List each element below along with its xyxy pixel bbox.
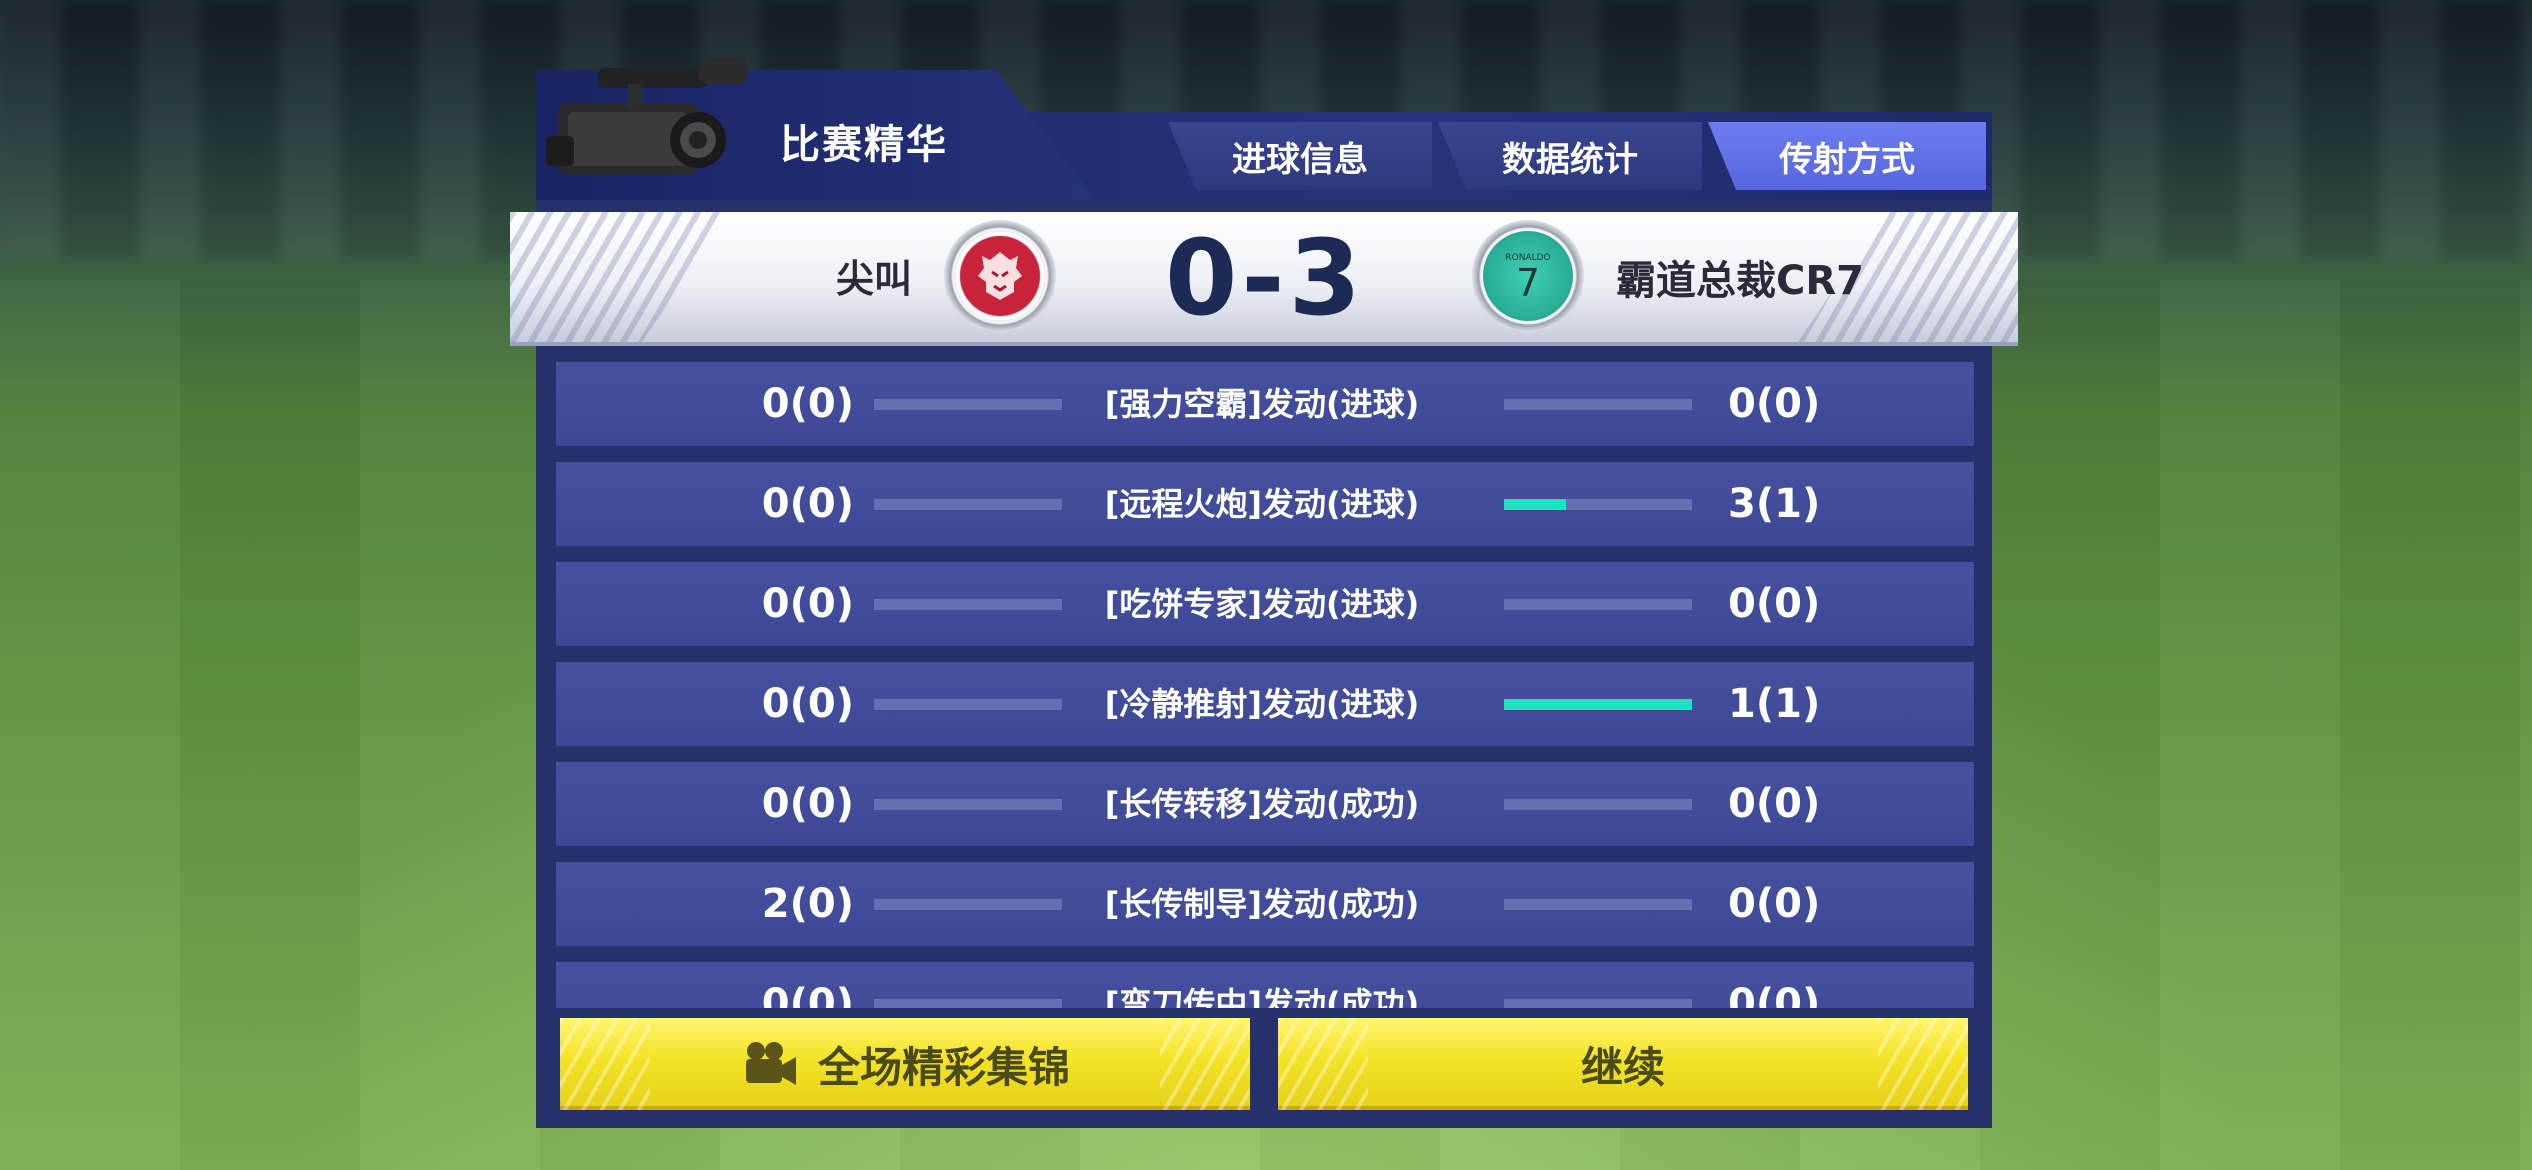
stat-row: 0(0) [长传转移]发动(成功) 0(0) xyxy=(556,762,1974,846)
tab-label: 数据统计 xyxy=(1502,139,1638,180)
video-camera-icon xyxy=(745,1042,796,1085)
stripe-decoration xyxy=(1878,1018,1968,1110)
away-bar xyxy=(1504,899,1692,910)
tab-pass-shot-methods[interactable]: 传射方式 xyxy=(1708,122,1986,190)
page-title: 比赛精华 xyxy=(780,122,948,168)
stat-label: [强力空霸]发动(进球) xyxy=(1104,385,1420,423)
home-value: 0(0) xyxy=(761,381,854,427)
tab-statistics[interactable]: 数据统计 xyxy=(1438,122,1702,190)
stat-row: 0(0) [远程火炮]发动(进球) 3(1) xyxy=(556,462,1974,546)
away-bar xyxy=(1504,699,1692,710)
away-team-badge: RONALDO 7 xyxy=(1472,220,1584,332)
stat-row: 0(0) [弯刀传中]发动(成功) 0(0) xyxy=(556,962,1974,1008)
tiger-crest-icon xyxy=(955,231,1045,321)
stat-label: [长传制导]发动(成功) xyxy=(1104,885,1420,923)
home-value: 0(0) xyxy=(761,781,854,827)
away-bar-fill xyxy=(1504,499,1567,510)
tab-goal-info[interactable]: 进球信息 xyxy=(1168,122,1432,190)
button-content: 全场精彩集锦 xyxy=(740,1034,1070,1095)
away-value: 0(0) xyxy=(1728,981,1821,1008)
tab-label: 进球信息 xyxy=(1232,139,1368,180)
away-value: 0(0) xyxy=(1728,881,1821,927)
away-bar xyxy=(1504,599,1692,610)
home-team-name: 尖叫 xyxy=(835,257,912,301)
away-bar-fill xyxy=(1504,699,1692,710)
stat-row: 2(0) [长传制导]发动(成功) 0(0) xyxy=(556,862,1974,946)
away-bar xyxy=(1504,499,1692,510)
stats-list[interactable]: 0(0) [强力空霸]发动(进球) 0(0) 0(0) [远程火炮]发动(进球)… xyxy=(548,350,1980,1008)
video-camera-icon xyxy=(546,58,748,174)
stat-label: [长传转移]发动(成功) xyxy=(1104,785,1420,823)
away-value: 1(1) xyxy=(1728,681,1821,727)
home-value: 0(0) xyxy=(761,681,854,727)
away-value: 0(0) xyxy=(1728,581,1821,627)
stat-label: [吃饼专家]发动(进球) xyxy=(1104,585,1420,623)
home-value: 0(0) xyxy=(761,981,854,1008)
stripe-decoration xyxy=(1278,1018,1368,1110)
button-label: 全场精彩集锦 xyxy=(817,1042,1070,1092)
stat-row: 0(0) [冷静推射]发动(进球) 1(1) xyxy=(556,662,1974,746)
stat-label: [远程火炮]发动(进球) xyxy=(1104,485,1420,523)
hatch-decoration xyxy=(510,212,730,342)
away-value: 0(0) xyxy=(1728,381,1821,427)
tab-label: 传射方式 xyxy=(1779,139,1915,180)
stripe-decoration xyxy=(1160,1018,1250,1110)
highlights-replay-button[interactable]: 全场精彩集锦 xyxy=(560,1018,1250,1110)
button-content: 继续 xyxy=(1581,1034,1665,1095)
away-value: 0(0) xyxy=(1728,781,1821,827)
away-bar xyxy=(1504,399,1692,410)
stat-row: 0(0) [强力空霸]发动(进球) 0(0) xyxy=(556,362,1974,446)
away-team-name: 霸道总裁CR7 xyxy=(1616,258,1864,304)
away-badge-number: 7 xyxy=(1515,261,1541,305)
home-value: 0(0) xyxy=(761,481,854,527)
away-bar xyxy=(1504,999,1692,1008)
home-team-badge xyxy=(944,220,1056,332)
stat-label: [冷静推射]发动(进球) xyxy=(1104,685,1420,723)
continue-button[interactable]: 继续 xyxy=(1278,1018,1968,1110)
button-label: 继续 xyxy=(1580,1042,1665,1092)
home-value: 2(0) xyxy=(761,881,854,927)
away-bar xyxy=(1504,799,1692,810)
stat-row: 0(0) [吃饼专家]发动(进球) 0(0) xyxy=(556,562,1974,646)
away-value: 3(1) xyxy=(1728,481,1821,527)
stripe-decoration xyxy=(560,1018,650,1110)
stat-label: [弯刀传中]发动(成功) xyxy=(1104,985,1420,1008)
home-value: 0(0) xyxy=(761,581,854,627)
match-score: 0-3 xyxy=(1165,217,1365,339)
jersey-badge-icon: RONALDO 7 xyxy=(1483,231,1573,321)
